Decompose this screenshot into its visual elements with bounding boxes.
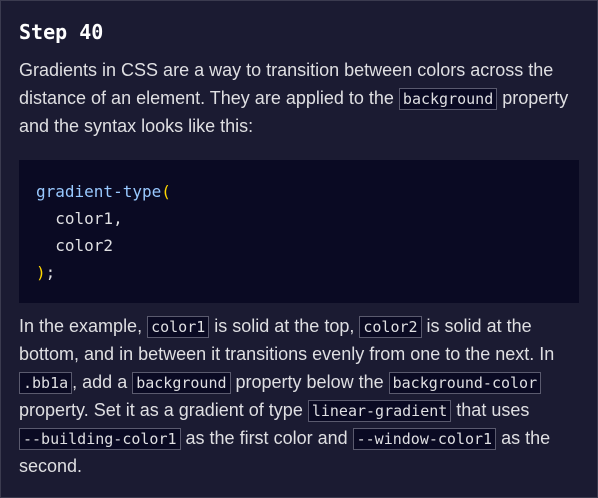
challenge-description-panel: Step 40 Gradients in CSS are a way to tr… (0, 0, 598, 498)
inline-code-background: background (398, 88, 498, 110)
intro-paragraph: Gradients in CSS are a way to transition… (19, 56, 581, 140)
code-open-paren: ( (161, 182, 171, 201)
code-function-name: gradient-type (36, 182, 162, 201)
instr-text-a: In the example, (19, 316, 148, 336)
code-arg-color2: color2 (55, 236, 114, 255)
inline-code-linear-gradient: linear-gradient (307, 400, 452, 422)
inline-code-color1: color1 (147, 316, 210, 338)
inline-code-building-color1: --building-color1 (19, 428, 181, 450)
inline-code-window-color1: --window-color1 (352, 428, 497, 450)
instr-text-h: as the first color and (180, 428, 353, 448)
code-example-block: gradient-type( color1, color2 ); (19, 160, 579, 303)
instr-text-f: property. Set it as a gradient of type (19, 400, 308, 420)
inline-code-background-prop: background (132, 372, 231, 394)
code-comma: , (113, 209, 123, 228)
instr-text-g: that uses (451, 400, 530, 420)
code-arg-color1: color1 (55, 209, 114, 228)
code-indent-2 (36, 236, 55, 255)
instr-text-e: property below the (230, 372, 389, 392)
instr-text-b: is solid at the top, (209, 316, 360, 336)
code-semicolon: ; (45, 263, 56, 282)
instr-text-d: , add a (72, 372, 133, 392)
step-title: Step 40 (19, 20, 104, 44)
inline-code-bb1a: .bb1a (19, 372, 73, 394)
inline-code-background-color: background-color (388, 372, 542, 394)
code-close-paren: ) (36, 263, 46, 282)
code-indent-1 (36, 209, 55, 228)
instruction-paragraph: In the example, color1 is solid at the t… (19, 312, 581, 480)
inline-code-color2: color2 (359, 316, 422, 338)
